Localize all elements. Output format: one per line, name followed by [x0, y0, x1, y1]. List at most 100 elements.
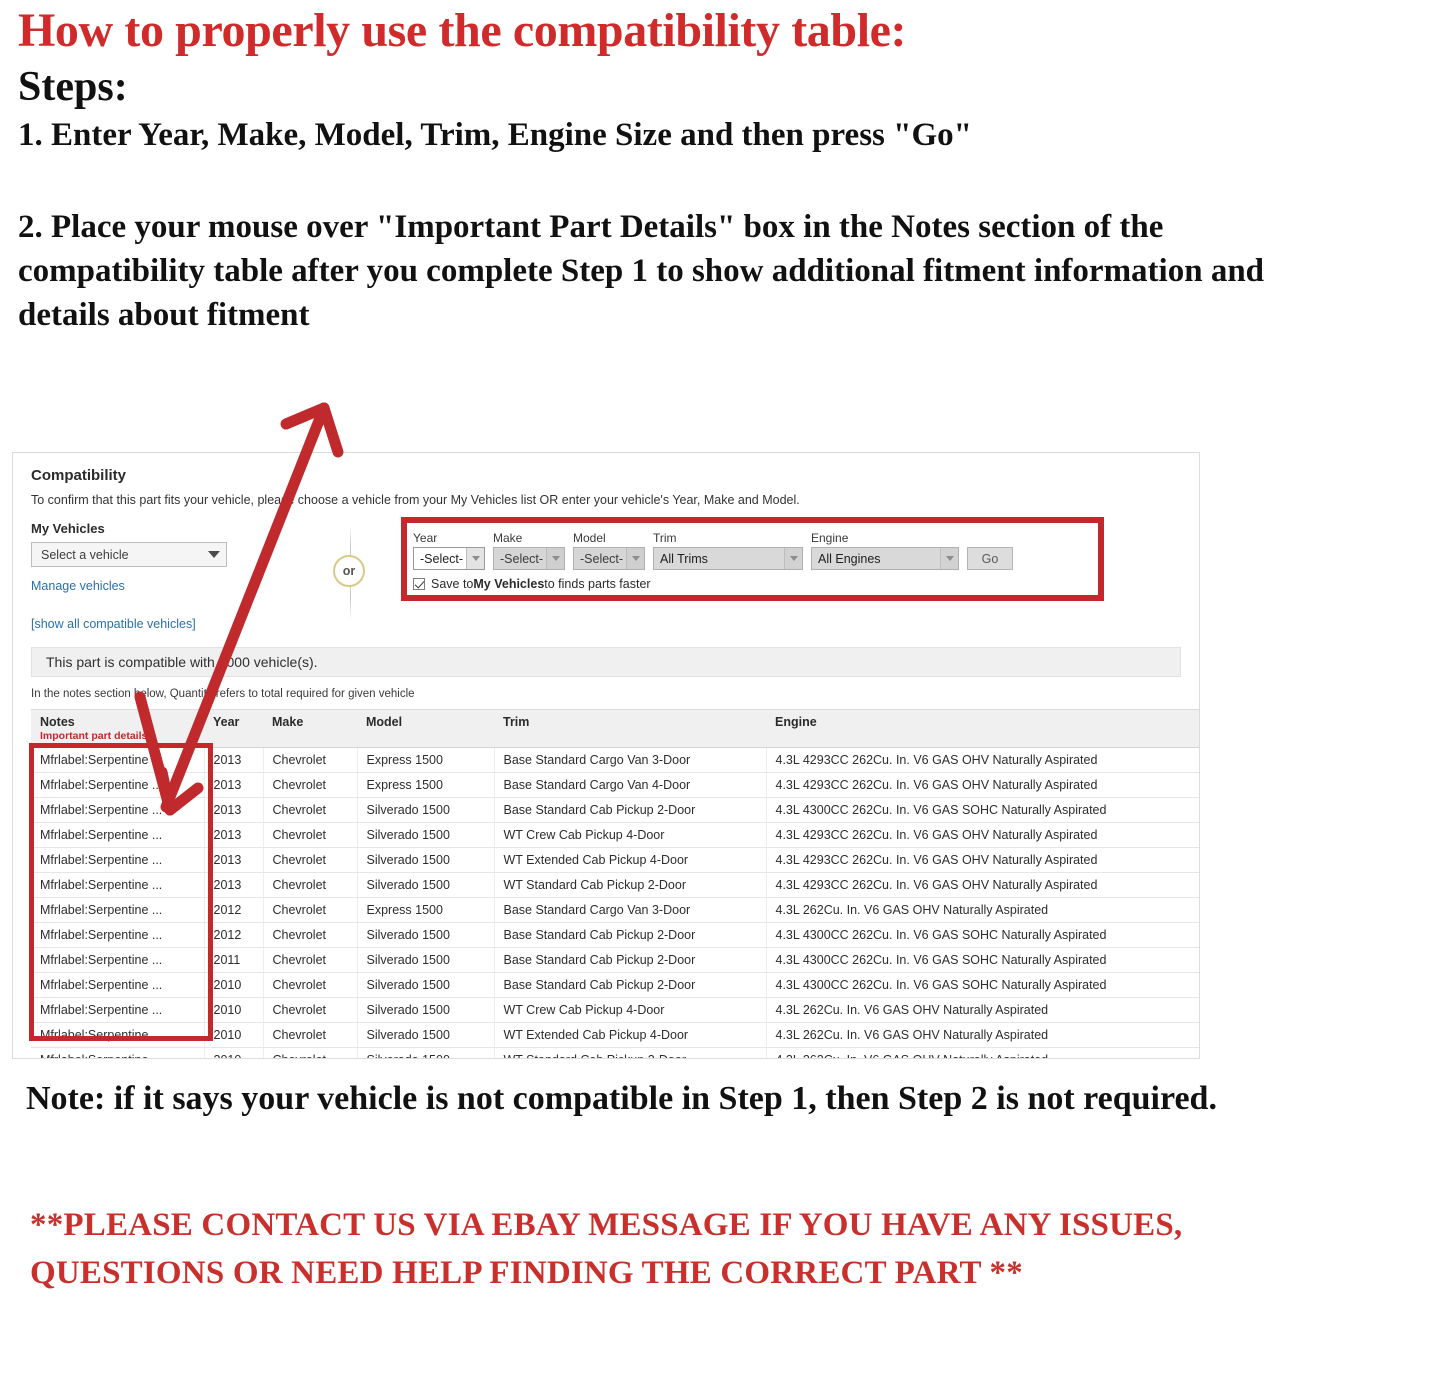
cell-model: Silverado 1500: [357, 922, 495, 948]
cell-make: Chevrolet: [263, 947, 358, 973]
compatibility-table: Notes Important part details Year Make M…: [31, 709, 1199, 1058]
cell-year: 2010: [204, 1022, 264, 1048]
year-select-value: -Select-: [420, 551, 464, 566]
cell-notes[interactable]: Mfrlabel:Serpentine ...: [31, 872, 205, 898]
make-field-group: Make -Select-: [493, 531, 565, 570]
cell-notes[interactable]: Mfrlabel:Serpentine ...: [31, 922, 205, 948]
engine-select-value: All Engines: [818, 551, 881, 566]
cell-model: Silverado 1500: [357, 847, 495, 873]
cell-notes[interactable]: Mfrlabel:Serpentine ...: [31, 972, 205, 998]
save-suffix-text: to finds parts faster: [544, 577, 651, 591]
cell-model: Express 1500: [357, 747, 495, 773]
go-button[interactable]: Go: [967, 547, 1013, 570]
cell-model: Silverado 1500: [357, 1022, 495, 1048]
cell-engine: 4.3L 4293CC 262Cu. In. V6 GAS OHV Natura…: [766, 822, 1199, 848]
model-select[interactable]: -Select-: [573, 547, 645, 570]
vehicle-select-dropdown[interactable]: Select a vehicle: [31, 542, 227, 567]
cell-notes[interactable]: Mfrlabel:Serpentine ...: [31, 997, 205, 1023]
trim-select-value: All Trims: [660, 551, 708, 566]
cell-make: Chevrolet: [263, 972, 358, 998]
cell-year: 2010: [204, 1047, 264, 1058]
chevron-down-icon: [466, 548, 484, 569]
cell-notes[interactable]: Mfrlabel:Serpentine ...: [31, 947, 205, 973]
table-row: Mfrlabel:Serpentine ... 2013 Chevrolet Expr…: [31, 772, 1199, 798]
cell-notes[interactable]: Mfrlabel:Serpentine ...: [31, 822, 205, 848]
cell-engine: 4.3L 262Cu. In. V6 GAS OHV Naturally Asp…: [766, 997, 1199, 1023]
cell-make: Chevrolet: [263, 922, 358, 948]
table-row: Mfrlabel:Serpentine ... 2012 Chevrolet Expr…: [31, 897, 1199, 923]
cell-model: Express 1500: [357, 897, 495, 923]
cell-model: Silverado 1500: [357, 822, 495, 848]
cell-year: 2010: [204, 972, 264, 998]
cell-notes[interactable]: Mfrlabel:Serpentine ...: [31, 1047, 205, 1058]
make-select[interactable]: -Select-: [493, 547, 565, 570]
cell-make: Chevrolet: [263, 872, 358, 898]
model-label: Model: [573, 531, 606, 545]
make-label: Make: [493, 531, 523, 545]
compatibility-screenshot-panel: Compatibility To confirm that this part …: [12, 452, 1200, 1059]
cell-make: Chevrolet: [263, 1047, 358, 1058]
or-separator: or: [321, 525, 381, 620]
table-row: Mfrlabel:Serpentine ... 2011 Chevrolet Silv…: [31, 947, 1199, 973]
vehicle-select-value: Select a vehicle: [41, 547, 129, 562]
trim-select[interactable]: All Trims: [653, 547, 803, 570]
cell-year: 2010: [204, 997, 264, 1023]
cell-trim: Base Standard Cab Pickup 2-Door: [494, 947, 767, 973]
save-to-my-vehicles-row[interactable]: Save to My Vehicles to finds parts faste…: [413, 577, 651, 591]
cell-trim: Base Standard Cargo Van 3-Door: [494, 747, 767, 773]
column-header-engine: Engine: [766, 709, 1199, 748]
cell-trim: WT Crew Cab Pickup 4-Door: [494, 822, 767, 848]
cell-model: Silverado 1500: [357, 1047, 495, 1058]
cell-engine: 4.3L 4293CC 262Cu. In. V6 GAS OHV Natura…: [766, 772, 1199, 798]
column-header-notes: Notes Important part details: [31, 709, 204, 748]
cell-notes[interactable]: Mfrlabel:Serpentine ...: [31, 847, 205, 873]
steps-label: Steps:: [18, 64, 128, 111]
step-2-text: 2. Place your mouse over "Important Part…: [18, 208, 1265, 333]
table-row: Mfrlabel:Serpentine ... 2013 Chevrolet Silv…: [31, 847, 1199, 873]
cell-engine: 4.3L 4300CC 262Cu. In. V6 GAS SOHC Natur…: [766, 797, 1199, 823]
year-label: Year: [413, 531, 438, 545]
instructions-header: How to properly use the compatibility ta…: [18, 5, 1378, 337]
chevron-down-icon: [940, 548, 958, 569]
table-row: Mfrlabel:Serpentine ... 2013 Chevrolet Silv…: [31, 872, 1199, 898]
make-select-value: -Select-: [500, 551, 544, 566]
save-to-my-vehicles-checkbox[interactable]: [413, 578, 425, 590]
important-part-details-label[interactable]: Important part details: [40, 730, 204, 742]
table-row: Mfrlabel:Serpentine ... 2013 Chevrolet Silv…: [31, 797, 1199, 823]
cell-year: 2013: [204, 822, 264, 848]
cell-year: 2013: [204, 772, 264, 798]
column-header-trim: Trim: [494, 709, 766, 748]
cell-trim: Base Standard Cab Pickup 2-Door: [494, 797, 767, 823]
cell-engine: 4.3L 4293CC 262Cu. In. V6 GAS OHV Natura…: [766, 747, 1199, 773]
cell-year: 2013: [204, 847, 264, 873]
year-select[interactable]: -Select-: [413, 547, 485, 570]
cell-notes[interactable]: Mfrlabel:Serpentine ...: [31, 797, 205, 823]
chevron-down-icon: [784, 548, 802, 569]
engine-select[interactable]: All Engines: [811, 547, 959, 570]
compatibility-subtext: To confirm that this part fits your vehi…: [31, 493, 800, 507]
chevron-down-icon: [546, 548, 564, 569]
my-vehicles-label: My Vehicles: [31, 521, 105, 536]
cell-engine: 4.3L 262Cu. In. V6 GAS OHV Naturally Asp…: [766, 1047, 1199, 1058]
cell-model: Silverado 1500: [357, 872, 495, 898]
cell-notes[interactable]: Mfrlabel:Serpentine ...: [31, 897, 205, 923]
table-row: Mfrlabel:Serpentine ...2010ChevroletSilv…: [31, 997, 1199, 1023]
cell-trim: WT Standard Cab Pickup 2-Door: [494, 872, 767, 898]
model-select-value: -Select-: [580, 551, 624, 566]
save-bold-text: My Vehicles: [473, 577, 545, 591]
save-prefix-text: Save to: [431, 577, 474, 591]
contact-notice: **PLEASE CONTACT US VIA EBAY MESSAGE IF …: [30, 1207, 1183, 1291]
table-row: Mfrlabel:Serpentine ...2010ChevroletSilv…: [31, 1047, 1199, 1058]
manage-vehicles-link[interactable]: Manage vehicles: [31, 579, 281, 593]
cell-make: Chevrolet: [263, 1022, 358, 1048]
cell-notes[interactable]: Mfrlabel:Serpentine ...: [31, 1022, 205, 1048]
cell-trim: Base Standard Cargo Van 4-Door: [494, 772, 767, 798]
cell-year: 2013: [204, 872, 264, 898]
engine-label: Engine: [811, 531, 849, 545]
compatibility-table-body: Mfrlabel:Serpentine ... 2013 Chevrolet Expr…: [31, 747, 1199, 1058]
cell-notes[interactable]: Mfrlabel:Serpentine ...: [31, 772, 205, 798]
cell-model: Silverado 1500: [357, 947, 495, 973]
show-all-compatible-vehicles-link[interactable]: [show all compatible vehicles]: [31, 617, 281, 631]
cell-notes[interactable]: Mfrlabel:Serpentine ...: [31, 747, 205, 773]
compatible-count-banner: This part is compatible with 1000 vehicl…: [31, 647, 1181, 677]
